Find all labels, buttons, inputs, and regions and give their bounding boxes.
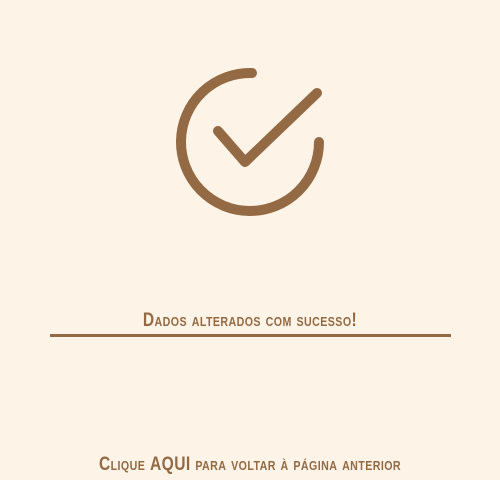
back-link-prefix: Clique: [98, 454, 146, 475]
back-link-emphasis: AQUI: [149, 454, 191, 475]
check-circle-icon: [168, 62, 334, 228]
success-message: Dados alterados com sucesso!: [142, 310, 358, 331]
back-link-suffix: para voltar à página anterior: [195, 454, 402, 475]
divider: [50, 334, 451, 337]
back-link[interactable]: Clique AQUI para voltar à página anterio…: [45, 454, 455, 476]
